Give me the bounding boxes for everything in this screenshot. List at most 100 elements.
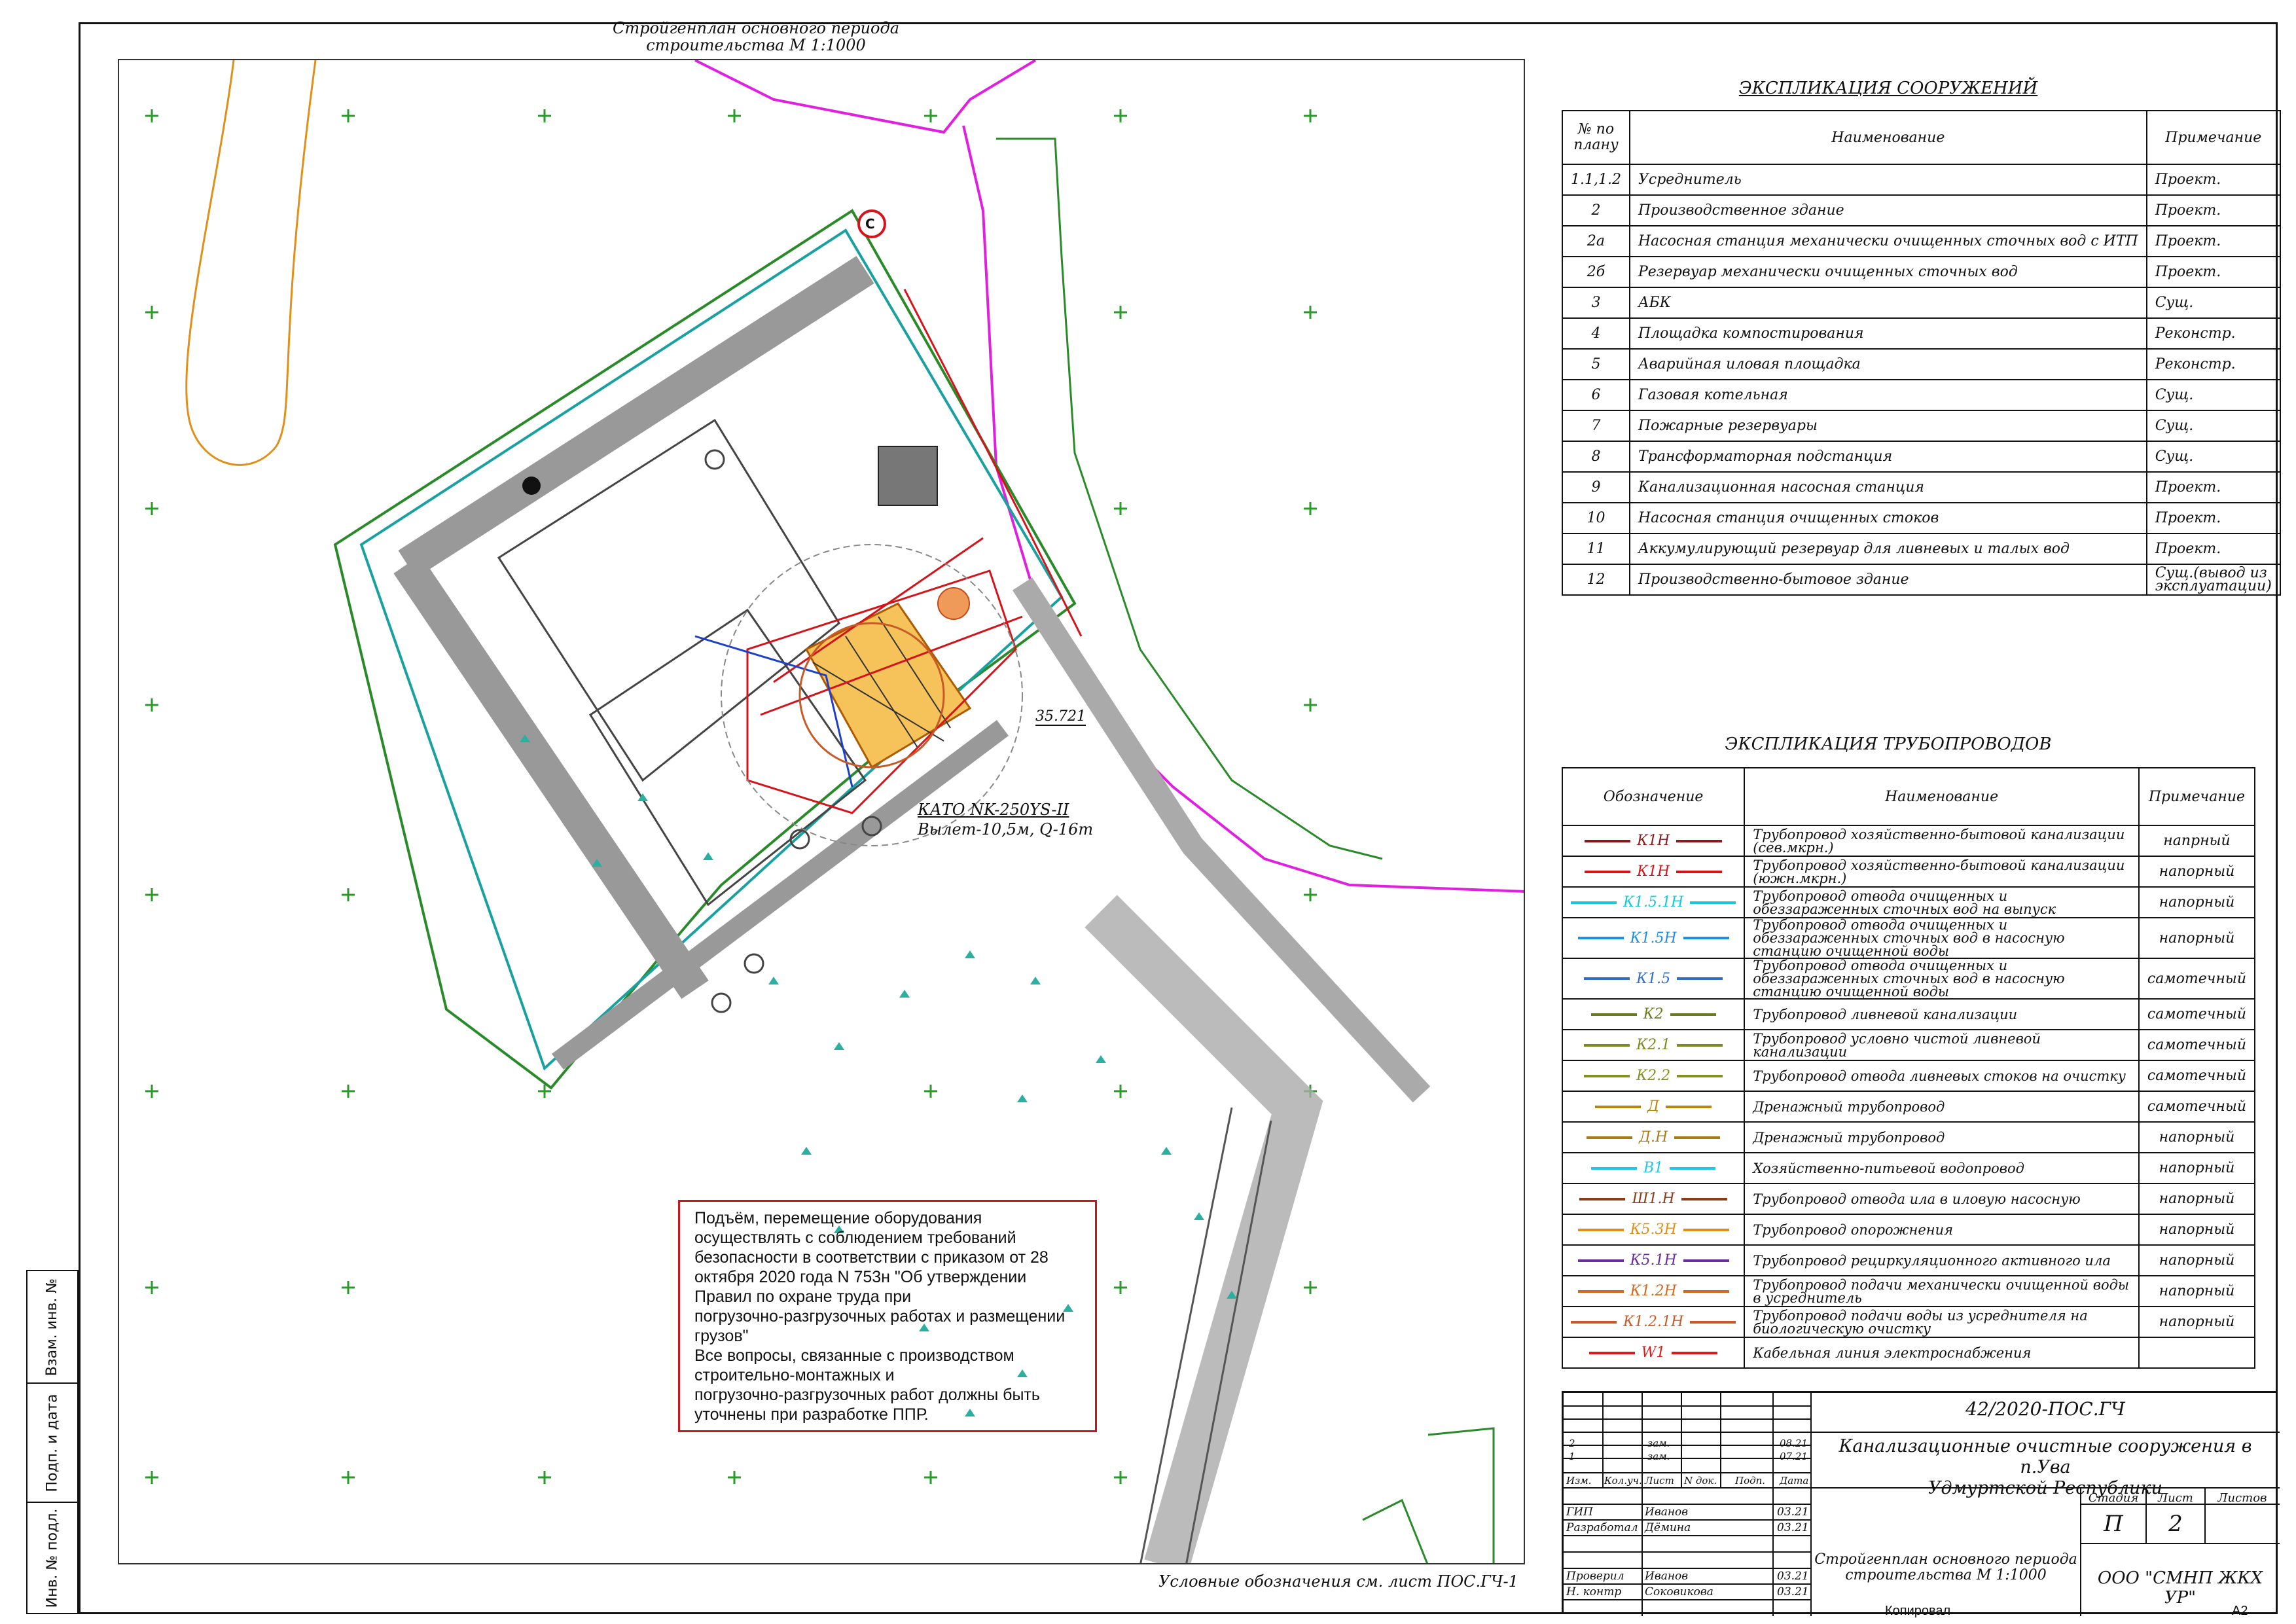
structure-row: 12 Производственно-бытовое здание Сущ.(выв… [1562,564,2281,596]
structure-row: 6 Газовая котельная Сущ. [1562,379,2281,411]
structures-header: № по плану Наименование Примечание [1562,110,2281,165]
pipe-note: напорный [2138,1244,2256,1276]
structure-note: Проект. [2145,471,2281,503]
pipe-line-swatch [1670,1013,1716,1016]
pipe-name: Трубопровод условно чистой ливневой кана… [1744,1029,2140,1061]
structure-note: Проект. [2145,256,2281,288]
pipe-row: Ш1.Н Трубопровод отвода ила в иловую насо… [1561,1183,2256,1215]
pipe-line-swatch [1579,1197,1626,1200]
structure-row: 11 Аккумулирующий резервуар для ливневых … [1562,533,2281,565]
pipe-code: К1.5Н [1630,929,1677,947]
pipe-row: К1Н Трубопровод хозяйственно-бытовой кана… [1561,856,2256,888]
plan-title: Стройгенплан основного периода строитель… [612,19,900,54]
pipe-row: К1.5 Трубопровод отвода очищенных и обезз… [1561,958,2256,1000]
pipe-row: К1.5Н Трубопровод отвода очищенных и обез… [1561,917,2256,959]
structure-note: Сущ. [2145,379,2281,411]
pipe-line-swatch [1683,1290,1729,1293]
pipe-note: напрный [2138,825,2256,857]
structure-note: Проект. [2145,225,2281,257]
pipe-code: Д [1647,1098,1660,1115]
pipe-code-cell: К1.5 [1561,958,1746,1000]
pipe-name: Трубопровод отвода ила в иловую насосную [1744,1183,2140,1215]
structure-note: Сущ.(вывод из эксплуатации) [2145,564,2281,596]
change-header-sign: Подп. [1735,1475,1766,1487]
pipe-note: напорный [2138,1183,2256,1215]
footer-copied: Копировал [1885,1604,1951,1618]
pipe-note: самотечный [2138,1091,2256,1123]
pipe-code-cell: К2 [1561,998,1746,1030]
structure-row: 5 Аварийная иловая площадка Реконстр. [1562,348,2281,380]
side-cell-sign: Подп. и дата [27,1384,77,1503]
pipe-note: напорный [2138,917,2256,959]
structure-row: 2 Производственное здание Проект. [1562,194,2281,226]
structure-row: 2а Насосная станция механически очищенных… [1562,225,2281,257]
pipe-line-swatch [1584,870,1630,873]
structure-num: 7 [1562,410,1630,442]
change-date: 08.21 [1780,1437,1808,1449]
pipe-code-cell: К1.2Н [1561,1275,1746,1307]
signer-role: Проверил [1566,1570,1624,1583]
structure-name: Насосная станция механически очищенных с… [1628,225,2147,257]
pipe-line-swatch [1571,1320,1617,1324]
pipe-code-cell: W1 [1561,1337,1746,1369]
pipe-name: Трубопровод ливневой канализации [1744,998,2140,1030]
structures-title: ЭКСПЛИКАЦИЯ СООРУЖЕНИЙ [1738,79,2038,98]
structure-name: АБК [1628,287,2147,319]
pipe-line-swatch [1577,1259,1624,1262]
side-cell-inv: Инв. № подл. [44,1508,61,1608]
pipe-name: Трубопровод опорожнения [1744,1214,2140,1246]
structure-note: Проект. [2145,533,2281,565]
side-cell-replace: Взам. инв. № [27,1271,77,1384]
pipes-table: Обозначение Наименование Примечание К1Н Т… [1561,767,2256,1369]
change-header-list: Лист [1645,1475,1674,1487]
pipe-line-swatch [1672,1351,1718,1354]
pipe-line-swatch [1690,901,1736,904]
pipe-line-swatch [1676,839,1723,842]
pipe-row: Д Дренажный трубопровод самотечный [1561,1091,2256,1123]
structure-num: 2а [1562,225,1630,257]
pipe-note: самотечный [2138,998,2256,1030]
pipe-code-cell: К1Н [1561,856,1746,888]
change-header-izm: Изм. [1566,1475,1592,1487]
pipe-code-cell: Ш1.Н [1561,1183,1746,1215]
doc-code: 42/2020-ПОС.ГЧ [1965,1398,2125,1420]
pipe-line-swatch [1591,1166,1638,1170]
pipes-title: ЭКСПЛИКАЦИЯ ТРУБОПРОВОДОВ [1725,734,2052,754]
pipe-code-cell: Д [1561,1091,1746,1123]
structure-row: 3 АБК Сущ. [1562,287,2281,319]
structure-name: Резервуар механически очищенных сточных … [1628,256,2147,288]
pipe-code: К1.2Н [1630,1283,1677,1299]
change-lst: зам. [1647,1451,1670,1462]
pipe-line-swatch [1584,1074,1630,1077]
structure-note: Сущ. [2145,410,2281,442]
pipe-name: Трубопровод отвода очищенных и обеззараж… [1744,958,2140,1000]
pipe-code-cell: К2.2 [1561,1060,1746,1092]
structure-row: 2б Резервуар механически очищенных сточны… [1562,256,2281,288]
pipe-code: В1 [1643,1160,1664,1176]
pipe-name: Дренажный трубопровод [1744,1091,2140,1123]
pipe-code-cell: К2.1 [1561,1029,1746,1061]
structure-row: 10 Насосная станция очищенных стоков Проек… [1562,502,2281,534]
pipe-line-swatch [1577,1228,1624,1231]
pipe-code: К2 [1643,1006,1664,1022]
stage-value: П [2104,1511,2123,1537]
pipe-code-cell: К1Н [1561,825,1746,857]
pipe-line-swatch [1577,1290,1624,1293]
pipe-line-swatch [1677,977,1723,980]
pipe-row: К5.1Н Трубопровод рециркуляционного актив… [1561,1244,2256,1276]
structure-row: 1.1,1.2 Усреднитель Проект. [1562,164,2281,196]
pipe-note: напорный [2138,1306,2256,1338]
change-date: 07.21 [1780,1451,1808,1462]
north-marker-label: С [865,216,875,232]
structure-note: Сущ. [2145,441,2281,473]
sheet-number: 2 [2168,1511,2183,1537]
pipe-line-swatch [1584,1043,1630,1047]
structure-row: 8 Трансформаторная подстанция Сущ. [1562,441,2281,473]
structure-name: Насосная станция очищенных стоков [1628,502,2147,534]
pipe-row: К1.5.1Н Трубопровод отвода очищенных и об… [1561,886,2256,918]
footer-format: А2 [2232,1604,2248,1618]
pipe-name: Трубопровод отвода ливневых стоков на оч… [1744,1060,2140,1092]
structure-name: Производственно-бытовое здание [1628,564,2147,596]
pipe-row: К2.2 Трубопровод отвода ливневых стоков н… [1561,1060,2256,1092]
pipe-note: напорный [2138,1214,2256,1246]
